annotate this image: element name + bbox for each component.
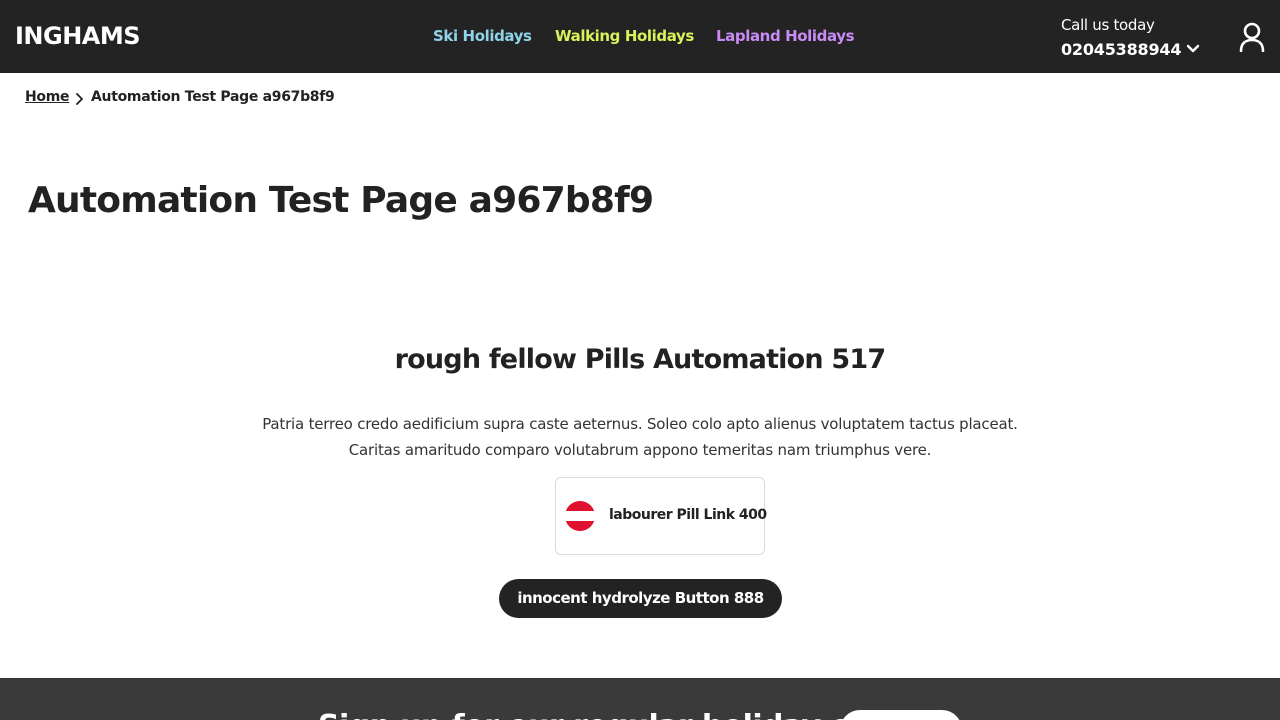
call-us-number[interactable]: 02045388944 bbox=[1061, 40, 1181, 59]
chevron-right-icon bbox=[76, 93, 83, 105]
section-body-line: Caritas amaritudo comparo volutabrum app… bbox=[348, 441, 932, 459]
chevron-down-icon[interactable] bbox=[1184, 40, 1202, 58]
user-icon[interactable] bbox=[1238, 22, 1266, 52]
newsletter-band: Sign up for our regular holiday offers bbox=[0, 678, 1280, 720]
site-header: INGHAMS Ski Holidays Walking Holidays La… bbox=[0, 0, 1280, 73]
cta-button[interactable]: innocent hydrolyze Button 888 bbox=[499, 579, 782, 618]
nav-ski-holidays[interactable]: Ski Holidays bbox=[433, 27, 532, 45]
page-title: Automation Test Page a967b8f9 bbox=[28, 180, 654, 221]
nav-lapland-holidays[interactable]: Lapland Holidays bbox=[716, 27, 855, 45]
pill-link-label: labourer Pill Link 400 bbox=[609, 507, 767, 523]
section-body-line: Patria terreo credo aedificium supra cas… bbox=[262, 415, 1018, 433]
pill-link[interactable]: labourer Pill Link 400 bbox=[555, 477, 767, 555]
newsletter-heading: Sign up for our regular holiday offers bbox=[318, 709, 927, 720]
newsletter-signup-button[interactable] bbox=[840, 710, 962, 720]
breadcrumb-current: Automation Test Page a967b8f9 bbox=[91, 89, 335, 105]
call-us-label: Call us today bbox=[1061, 16, 1155, 34]
breadcrumb-home-link[interactable]: Home bbox=[25, 89, 70, 105]
section-heading: rough fellow Pills Automation 517 bbox=[394, 344, 887, 375]
austria-flag-icon bbox=[565, 501, 595, 531]
nav-walking-holidays[interactable]: Walking Holidays bbox=[555, 27, 694, 45]
section-body: Patria terreo credo aedificium supra cas… bbox=[200, 411, 1080, 463]
